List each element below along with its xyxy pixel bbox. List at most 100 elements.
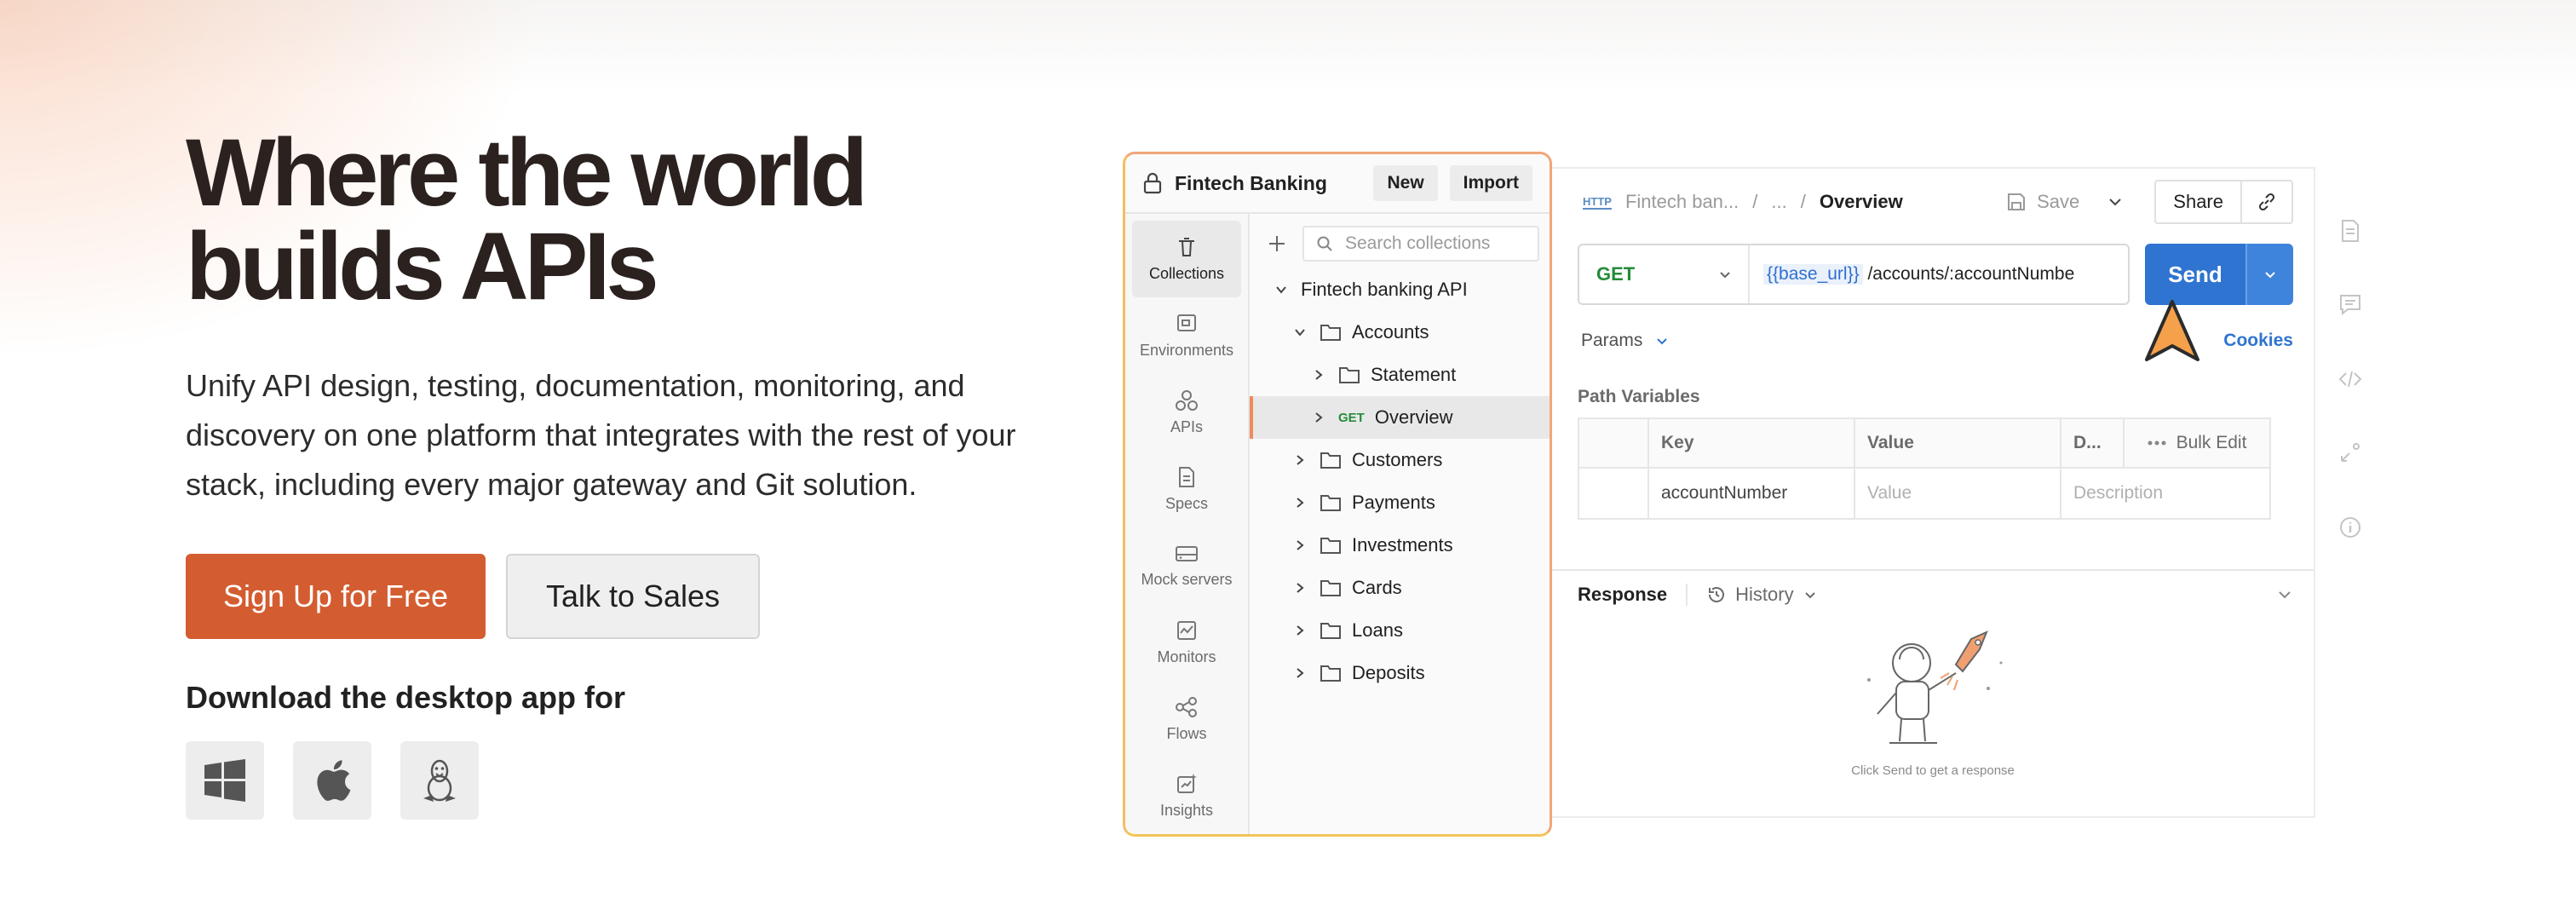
cta-row: Sign Up for Free Talk to Sales	[186, 554, 1089, 639]
breadcrumb-ellipsis[interactable]: ...	[1771, 191, 1786, 213]
breadcrumb-collection[interactable]: Fintech ban...	[1625, 191, 1739, 213]
link-icon	[2258, 193, 2275, 211]
table-header-key: Key	[1649, 419, 1855, 467]
send-button[interactable]: Send	[2145, 244, 2245, 305]
sidebar-item-specs[interactable]: Specs	[1132, 451, 1241, 527]
tree-item-root[interactable]: Fintech banking API	[1250, 268, 1550, 311]
sign-up-button[interactable]: Sign Up for Free	[186, 554, 486, 639]
tree-item-payments[interactable]: Payments	[1250, 481, 1550, 524]
trash-can-icon	[1179, 237, 1194, 256]
workspace-header: Fintech Banking New Import	[1125, 154, 1550, 214]
breadcrumb-separator: /	[1752, 191, 1758, 212]
documentation-icon[interactable]	[2337, 218, 2363, 244]
request-panel: HTTP Fintech ban... / ... / Overview Sav…	[1552, 167, 2315, 818]
sidebar-item-environments[interactable]: Environments	[1132, 297, 1241, 374]
chevron-right-icon	[1309, 368, 1328, 382]
save-button[interactable]: Save	[2006, 191, 2079, 213]
row-description-input[interactable]: Description	[2061, 469, 2269, 518]
talk-to-sales-button[interactable]: Talk to Sales	[506, 554, 760, 639]
workspace-title: Fintech Banking	[1175, 171, 1327, 194]
import-button[interactable]: Import	[1449, 165, 1532, 201]
tree-item-customers[interactable]: Customers	[1250, 439, 1550, 481]
plus-icon[interactable]	[1267, 233, 1287, 254]
chevron-down-icon[interactable]	[2107, 193, 2124, 210]
table-header-row: Key Value D... Bulk Edit	[1579, 419, 2269, 469]
copy-link-button[interactable]	[2242, 181, 2291, 222]
sidebar-item-apis[interactable]: APIs	[1132, 374, 1241, 451]
table-header-check	[1579, 419, 1649, 467]
collection-tree: Search collections Fintech banking API A…	[1250, 214, 1550, 834]
breadcrumb-separator: /	[1800, 191, 1806, 212]
tree-search-row: Search collections	[1250, 219, 1550, 268]
params-tab[interactable]: Params	[1581, 331, 1642, 351]
tree-item-cards[interactable]: Cards	[1250, 567, 1550, 609]
tree-item-investments[interactable]: Investments	[1250, 524, 1550, 567]
tree-item-label: Investments	[1352, 534, 1453, 555]
folder-icon	[1339, 367, 1360, 383]
request-tab-bar: HTTP Fintech ban... / ... / Overview Sav…	[1552, 169, 2314, 235]
mac-download-button[interactable]	[293, 741, 371, 820]
tree-item-label: Cards	[1352, 577, 1402, 598]
new-button[interactable]: New	[1373, 165, 1438, 201]
url-input[interactable]: {{base_url}} /accounts/:accountNumbe	[1750, 264, 2088, 285]
sidebar-item-insights[interactable]: Insights	[1132, 757, 1241, 834]
row-value-input[interactable]: Value	[1855, 469, 2061, 518]
chevron-right-icon	[1291, 538, 1309, 552]
url-variable: {{base_url}}	[1763, 264, 1863, 285]
folder-icon	[1320, 580, 1341, 596]
related-icon[interactable]	[2337, 440, 2363, 465]
tree-item-statement[interactable]: Statement	[1250, 354, 1550, 396]
path-variables-title: Path Variables	[1578, 387, 1700, 406]
chevron-down-icon[interactable]	[1654, 333, 1670, 348]
http-badge-icon: HTTP	[1583, 194, 1612, 210]
history-button[interactable]: History	[1706, 584, 1817, 606]
cookies-link[interactable]: Cookies	[2223, 331, 2293, 351]
chevron-down-icon	[1291, 325, 1309, 339]
sidebar-item-collections[interactable]: Collections	[1132, 221, 1241, 297]
tree-item-deposits[interactable]: Deposits	[1250, 652, 1550, 694]
method-badge: GET	[1338, 410, 1365, 425]
method-select[interactable]: GET	[1579, 245, 1750, 303]
sidebar-item-label: Collections	[1148, 264, 1225, 282]
tree-item-overview[interactable]: GET Overview	[1250, 396, 1550, 439]
code-icon[interactable]	[2337, 366, 2363, 392]
folder-icon	[1320, 538, 1341, 554]
response-empty-state: Click Send to get a response	[1552, 629, 2314, 778]
download-title: Download the desktop app for	[186, 680, 626, 715]
chevron-right-icon	[1291, 453, 1309, 467]
hero-subtext: Unify API design, testing, documentation…	[186, 368, 1016, 502]
response-title: Response	[1578, 584, 1688, 606]
sidebar-item-label: APIs	[1170, 417, 1203, 435]
sidebar-item-label: Specs	[1164, 494, 1209, 512]
response-empty-text: Click Send to get a response	[1851, 763, 2015, 778]
bulk-edit-button[interactable]: Bulk Edit	[2125, 419, 2269, 467]
apple-icon	[317, 760, 351, 801]
send-options-button[interactable]	[2245, 244, 2293, 305]
sidebar-item-mock-servers[interactable]: Mock servers	[1132, 527, 1241, 604]
hero-section: Where the world builds APIs Unify API de…	[186, 125, 1089, 820]
tree-item-accounts[interactable]: Accounts	[1250, 311, 1550, 354]
chevron-right-icon	[1309, 411, 1328, 424]
collapse-chevron-icon[interactable]	[2276, 586, 2293, 603]
workspace-sidebar: Fintech Banking New Import Collections E…	[1123, 152, 1552, 837]
environment-icon	[1177, 314, 1196, 331]
sidebar-item-flows[interactable]: Flows	[1132, 681, 1241, 757]
url-path: /accounts/:accountNumbe	[1862, 264, 2075, 284]
chevron-down-icon	[2265, 272, 2275, 279]
url-bar: GET {{base_url}} /accounts/:accountNumbe	[1578, 244, 2130, 305]
search-collections-input[interactable]: Search collections	[1302, 226, 1539, 262]
row-key: accountNumber	[1649, 469, 1855, 518]
info-icon[interactable]	[2337, 515, 2363, 540]
windows-download-button[interactable]	[186, 741, 264, 820]
apis-icon	[1176, 389, 1198, 411]
tree-item-loans[interactable]: Loans	[1250, 609, 1550, 652]
row-checkbox-cell	[1579, 469, 1649, 518]
share-button[interactable]: Share	[2156, 181, 2242, 222]
right-sidebar-rail	[2315, 167, 2383, 818]
monitor-icon	[1177, 620, 1196, 640]
sidebar-item-label: Environments	[1139, 341, 1234, 359]
linux-download-button[interactable]	[400, 741, 479, 820]
chevron-right-icon	[1291, 581, 1309, 595]
comments-icon[interactable]	[2337, 291, 2363, 317]
sidebar-item-monitors[interactable]: Monitors	[1132, 604, 1241, 681]
